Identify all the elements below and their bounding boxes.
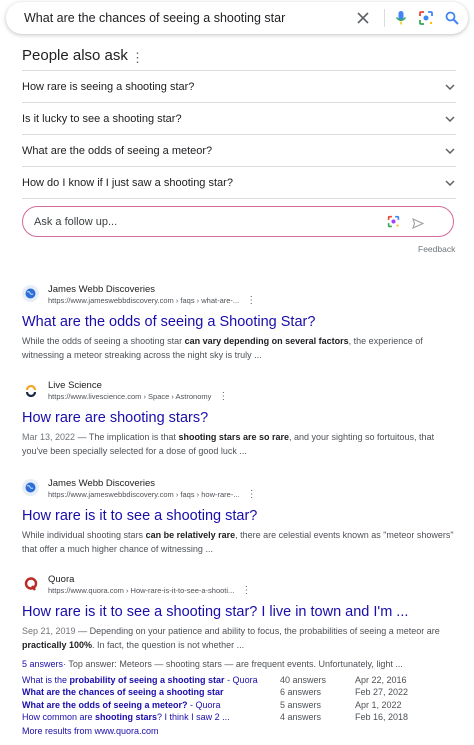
close-icon[interactable] xyxy=(355,10,371,26)
paa-question[interactable]: Is it lucky to see a shooting star? xyxy=(22,103,456,135)
result-snippet: Mar 13, 2022 — The implication is that s… xyxy=(22,432,435,456)
answer-count: 6 answers xyxy=(280,687,322,697)
quora-icon xyxy=(22,575,39,592)
related-question-row[interactable]: What is the probability of seeing a shoo… xyxy=(22,674,462,687)
related-question-link[interactable]: How common are shooting stars? I think I… xyxy=(22,711,280,724)
paa-question[interactable]: How do I know if I just saw a shooting s… xyxy=(22,167,456,199)
globe-icon xyxy=(22,479,39,496)
result-url: https://www.jameswebbdiscovery.com › faq… xyxy=(48,489,257,500)
paa-question[interactable]: How rare is seeing a shooting star? xyxy=(22,71,456,103)
followup-placeholder: Ask a follow up... xyxy=(34,216,118,228)
result-snippet: While the odds of seeing a shooting star… xyxy=(22,336,423,360)
chevron-down-icon xyxy=(444,145,456,157)
search-result: Live Science https://www.livescience.com… xyxy=(22,380,462,458)
paa-question[interactable]: What are the odds of seeing a meteor? xyxy=(22,135,456,167)
related-question-link[interactable]: What is the probability of seeing a shoo… xyxy=(22,674,280,687)
related-questions: What is the probability of seeing a shoo… xyxy=(22,674,462,724)
search-bar[interactable]: What are the chances of seeing a shootin… xyxy=(6,2,468,34)
paa-heading: People also ask xyxy=(22,47,128,64)
paa-question-text: Is it lucky to see a shooting star? xyxy=(22,112,182,125)
result-title-link[interactable]: How rare is it to see a shooting star? xyxy=(22,506,462,526)
result-source: James Webb Discoveries xyxy=(48,478,156,489)
paa-list: How rare is seeing a shooting star? Is i… xyxy=(22,70,456,199)
result-title-link[interactable]: What are the odds of seeing a Shooting S… xyxy=(22,312,462,332)
question-date: Feb 27, 2022 xyxy=(355,687,409,697)
paa-question-text: How do I know if I just saw a shooting s… xyxy=(22,176,233,189)
search-result: James Webb Discoveries https://www.james… xyxy=(22,478,462,556)
divider xyxy=(384,9,385,27)
search-input[interactable]: What are the chances of seeing a shootin… xyxy=(24,11,285,25)
more-results-link[interactable]: More results from www.quora.com xyxy=(22,726,462,736)
more-options-icon[interactable]: ⋮ xyxy=(218,391,228,402)
more-options-icon[interactable]: ⋮ xyxy=(131,50,144,66)
result-source: Live Science xyxy=(48,380,102,391)
result-title-link[interactable]: How rare is it to see a shooting star? I… xyxy=(22,602,462,622)
mic-icon[interactable] xyxy=(393,10,409,26)
answer-count: 4 answers xyxy=(280,712,322,722)
result-source: James Webb Discoveries xyxy=(48,284,156,295)
answer-count: 5 answers xyxy=(280,699,322,710)
chevron-down-icon xyxy=(444,177,456,189)
related-question-row[interactable]: How common are shooting stars? I think I… xyxy=(22,711,462,724)
result-url: https://www.jameswebbdiscovery.com › faq… xyxy=(48,295,257,306)
more-options-icon[interactable]: ⋮ xyxy=(241,585,251,596)
related-question-link[interactable]: What are the chances of seeing a shootin… xyxy=(22,686,280,699)
more-options-icon[interactable]: ⋮ xyxy=(247,489,257,500)
result-url: https://www.quora.com › How-rare-is-it-t… xyxy=(48,585,252,596)
result-snippet: Sep 21, 2019 — Depending on your patienc… xyxy=(22,626,440,650)
result-url: https://www.livescience.com › Space › As… xyxy=(48,391,229,402)
question-date: Apr 22, 2016 xyxy=(355,674,407,685)
more-options-icon[interactable]: ⋮ xyxy=(246,295,256,306)
result-title-link[interactable]: How rare are shooting stars? xyxy=(22,408,462,428)
live-science-icon xyxy=(22,381,39,398)
paa-question-text: How rare is seeing a shooting star? xyxy=(22,80,195,93)
search-result: Quora https://www.quora.com › How-rare-i… xyxy=(22,574,462,736)
search-result: James Webb Discoveries https://www.james… xyxy=(22,284,462,362)
paa-question-text: What are the odds of seeing a meteor? xyxy=(22,144,213,157)
lens-icon[interactable] xyxy=(418,10,434,26)
related-question-row[interactable]: What are the odds of seeing a meteor? - … xyxy=(22,699,462,712)
answers-link[interactable]: 5 answers xyxy=(22,658,63,671)
search-icon[interactable] xyxy=(444,10,460,26)
related-question-row[interactable]: What are the chances of seeing a shootin… xyxy=(22,686,462,699)
result-source: Quora xyxy=(48,574,75,585)
answer-count: 40 answers xyxy=(280,674,327,685)
globe-icon xyxy=(22,285,39,302)
question-date: Apr 1, 2022 xyxy=(355,699,402,710)
send-icon[interactable] xyxy=(412,216,425,234)
feedback-link[interactable]: Feedback xyxy=(418,244,455,254)
question-date: Feb 16, 2018 xyxy=(355,712,409,722)
top-answer: · Top answer: Meteors — shooting stars —… xyxy=(63,659,403,669)
followup-input[interactable]: Ask a follow up... xyxy=(22,206,454,237)
chevron-down-icon xyxy=(444,113,456,125)
related-question-link[interactable]: What are the odds of seeing a meteor? - … xyxy=(22,699,280,712)
chevron-down-icon xyxy=(444,81,456,93)
result-snippet: While individual shooting stars can be r… xyxy=(22,530,454,554)
lens-icon[interactable] xyxy=(387,215,400,233)
answers-summary: 5 answers · Top answer: Meteors — shooti… xyxy=(22,658,462,671)
